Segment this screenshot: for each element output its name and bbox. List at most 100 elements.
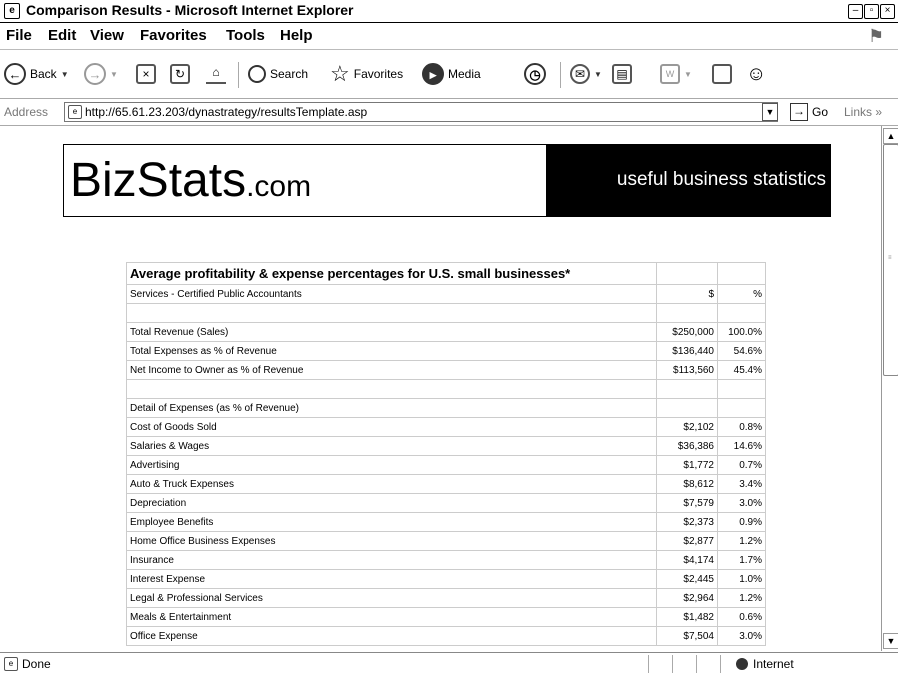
maximize-button[interactable]: ▫ xyxy=(864,4,879,19)
go-button[interactable]: → Go xyxy=(790,103,828,121)
word-edit-icon: W xyxy=(660,64,680,84)
page-icon: e xyxy=(68,105,82,119)
col-dollar-header: $ xyxy=(656,284,718,304)
bizstats-banner[interactable]: BizStats.com useful business statistics xyxy=(63,144,831,217)
page-done-icon: e xyxy=(4,657,18,671)
row-percent: 3.0% xyxy=(717,493,766,513)
history-icon: ◷ xyxy=(524,63,546,85)
history-button[interactable]: ◷ xyxy=(524,60,546,88)
logo-main: BizStats xyxy=(70,154,247,207)
row-amount: $2,445 xyxy=(656,569,718,589)
refresh-icon: ↻ xyxy=(170,64,190,84)
row-percent: 1.2% xyxy=(717,588,766,608)
table-row: Auto & Truck Expenses $8,612 3.4% xyxy=(126,474,766,494)
forward-button[interactable]: → ▼ xyxy=(84,60,118,88)
go-arrow-icon: → xyxy=(790,103,808,121)
menu-help[interactable]: Help xyxy=(280,27,313,44)
scroll-up-icon[interactable]: ▲ xyxy=(883,128,898,144)
minimize-button[interactable]: – xyxy=(848,4,863,19)
favorites-button[interactable]: ☆ Favorites xyxy=(330,60,403,88)
links-button[interactable]: Links » xyxy=(844,105,882,119)
row-amount xyxy=(656,303,718,323)
tagline: useful business statistics xyxy=(616,169,826,190)
row-label: Auto & Truck Expenses xyxy=(126,474,657,494)
row-amount: $36,386 xyxy=(656,436,718,456)
table-row xyxy=(126,303,766,323)
stop-button[interactable]: × xyxy=(136,60,156,88)
grip-icon: ≡ xyxy=(888,255,892,261)
row-amount: $2,877 xyxy=(656,531,718,551)
row-label: Depreciation xyxy=(126,493,657,513)
row-label: Office Expense xyxy=(126,626,657,646)
address-bar: Address e http://65.61.23.203/dynastrate… xyxy=(0,99,898,126)
media-button[interactable]: ▸ Media xyxy=(422,60,481,88)
row-label: Total Expenses as % of Revenue xyxy=(126,341,657,361)
edit-button[interactable]: W ▼ xyxy=(660,60,692,88)
table-row: Net Income to Owner as % of Revenue $113,… xyxy=(126,360,766,380)
address-dropdown-icon[interactable]: ▼ xyxy=(762,103,778,121)
row-amount: $8,612 xyxy=(656,474,718,494)
back-button[interactable]: ← Back ▼ xyxy=(4,60,69,88)
row-label: Advertising xyxy=(126,455,657,475)
links-label: Links xyxy=(844,105,873,119)
row-amount: $7,579 xyxy=(656,493,718,513)
row-amount: $1,772 xyxy=(656,455,718,475)
row-percent: 1.7% xyxy=(717,550,766,570)
menu-view[interactable]: View xyxy=(90,27,124,44)
vertical-scrollbar[interactable]: ▲ ≡ ▼ xyxy=(881,126,898,651)
home-button[interactable]: ⌂ xyxy=(206,60,226,88)
menu-file[interactable]: File xyxy=(6,27,32,44)
address-input[interactable]: e http://65.61.23.203/dynastrategy/resul… xyxy=(64,102,778,122)
row-label: Cost of Goods Sold xyxy=(126,417,657,437)
menu-edit[interactable]: Edit xyxy=(48,27,76,44)
row-label: Legal & Professional Services xyxy=(126,588,657,608)
mail-button[interactable]: ✉ ▼ xyxy=(570,60,602,88)
messenger-people-icon: ☺ xyxy=(746,62,767,85)
windows-flag-icon: ⚑ xyxy=(868,26,885,46)
status-bar: e Done Internet xyxy=(0,652,898,676)
mail-dropdown-icon[interactable]: ▼ xyxy=(594,70,602,79)
forward-dropdown-icon[interactable]: ▼ xyxy=(110,70,118,79)
row-percent: 54.6% xyxy=(717,341,766,361)
table-subtitle-row: Services - Certified Public Accountants … xyxy=(126,284,766,304)
messenger-button[interactable]: ☺ xyxy=(746,60,766,88)
ie-app-icon[interactable]: e xyxy=(4,3,20,19)
discuss-button[interactable] xyxy=(712,60,732,88)
row-label: Meals & Entertainment xyxy=(126,607,657,627)
go-label: Go xyxy=(812,105,829,119)
table-row: Meals & Entertainment $1,482 0.6% xyxy=(126,607,766,627)
table-row: Legal & Professional Services $2,964 1.2% xyxy=(126,588,766,608)
table-title-row: Average profitability & expense percenta… xyxy=(126,262,766,285)
table-title: Average profitability & expense percenta… xyxy=(126,262,657,285)
globe-icon xyxy=(736,658,748,670)
row-label: Net Income to Owner as % of Revenue xyxy=(126,360,657,380)
row-label: Total Revenue (Sales) xyxy=(126,322,657,342)
edit-dropdown-icon[interactable]: ▼ xyxy=(684,70,692,79)
bizstats-logo: BizStats.com xyxy=(70,153,311,208)
print-button[interactable]: ▤ xyxy=(612,60,632,88)
row-amount xyxy=(656,398,718,418)
row-amount: $2,102 xyxy=(656,417,718,437)
back-dropdown-icon[interactable]: ▼ xyxy=(61,70,69,79)
address-url[interactable]: http://65.61.23.203/dynastrategy/results… xyxy=(85,105,367,119)
refresh-button[interactable]: ↻ xyxy=(170,60,190,88)
close-button[interactable]: × xyxy=(880,4,895,19)
search-label: Search xyxy=(270,67,309,81)
row-percent: 1.2% xyxy=(717,531,766,551)
search-button[interactable]: Search xyxy=(248,60,308,88)
scroll-thumb[interactable]: ≡ xyxy=(883,144,898,376)
scroll-down-icon[interactable]: ▼ xyxy=(883,633,898,649)
row-percent: 1.0% xyxy=(717,569,766,589)
menu-favorites[interactable]: Favorites xyxy=(140,27,207,44)
row-amount: $2,964 xyxy=(656,588,718,608)
row-amount: $2,373 xyxy=(656,512,718,532)
row-amount: $4,174 xyxy=(656,550,718,570)
stop-icon: × xyxy=(136,64,156,84)
row-amount: $113,560 xyxy=(656,360,718,380)
media-label: Media xyxy=(448,67,481,81)
menu-tools[interactable]: Tools xyxy=(226,27,265,44)
title-bar: e Comparison Results - Microsoft Interne… xyxy=(0,0,898,23)
back-label: Back xyxy=(30,67,57,81)
address-label: Address xyxy=(4,105,49,119)
row-amount: $136,440 xyxy=(656,341,718,361)
